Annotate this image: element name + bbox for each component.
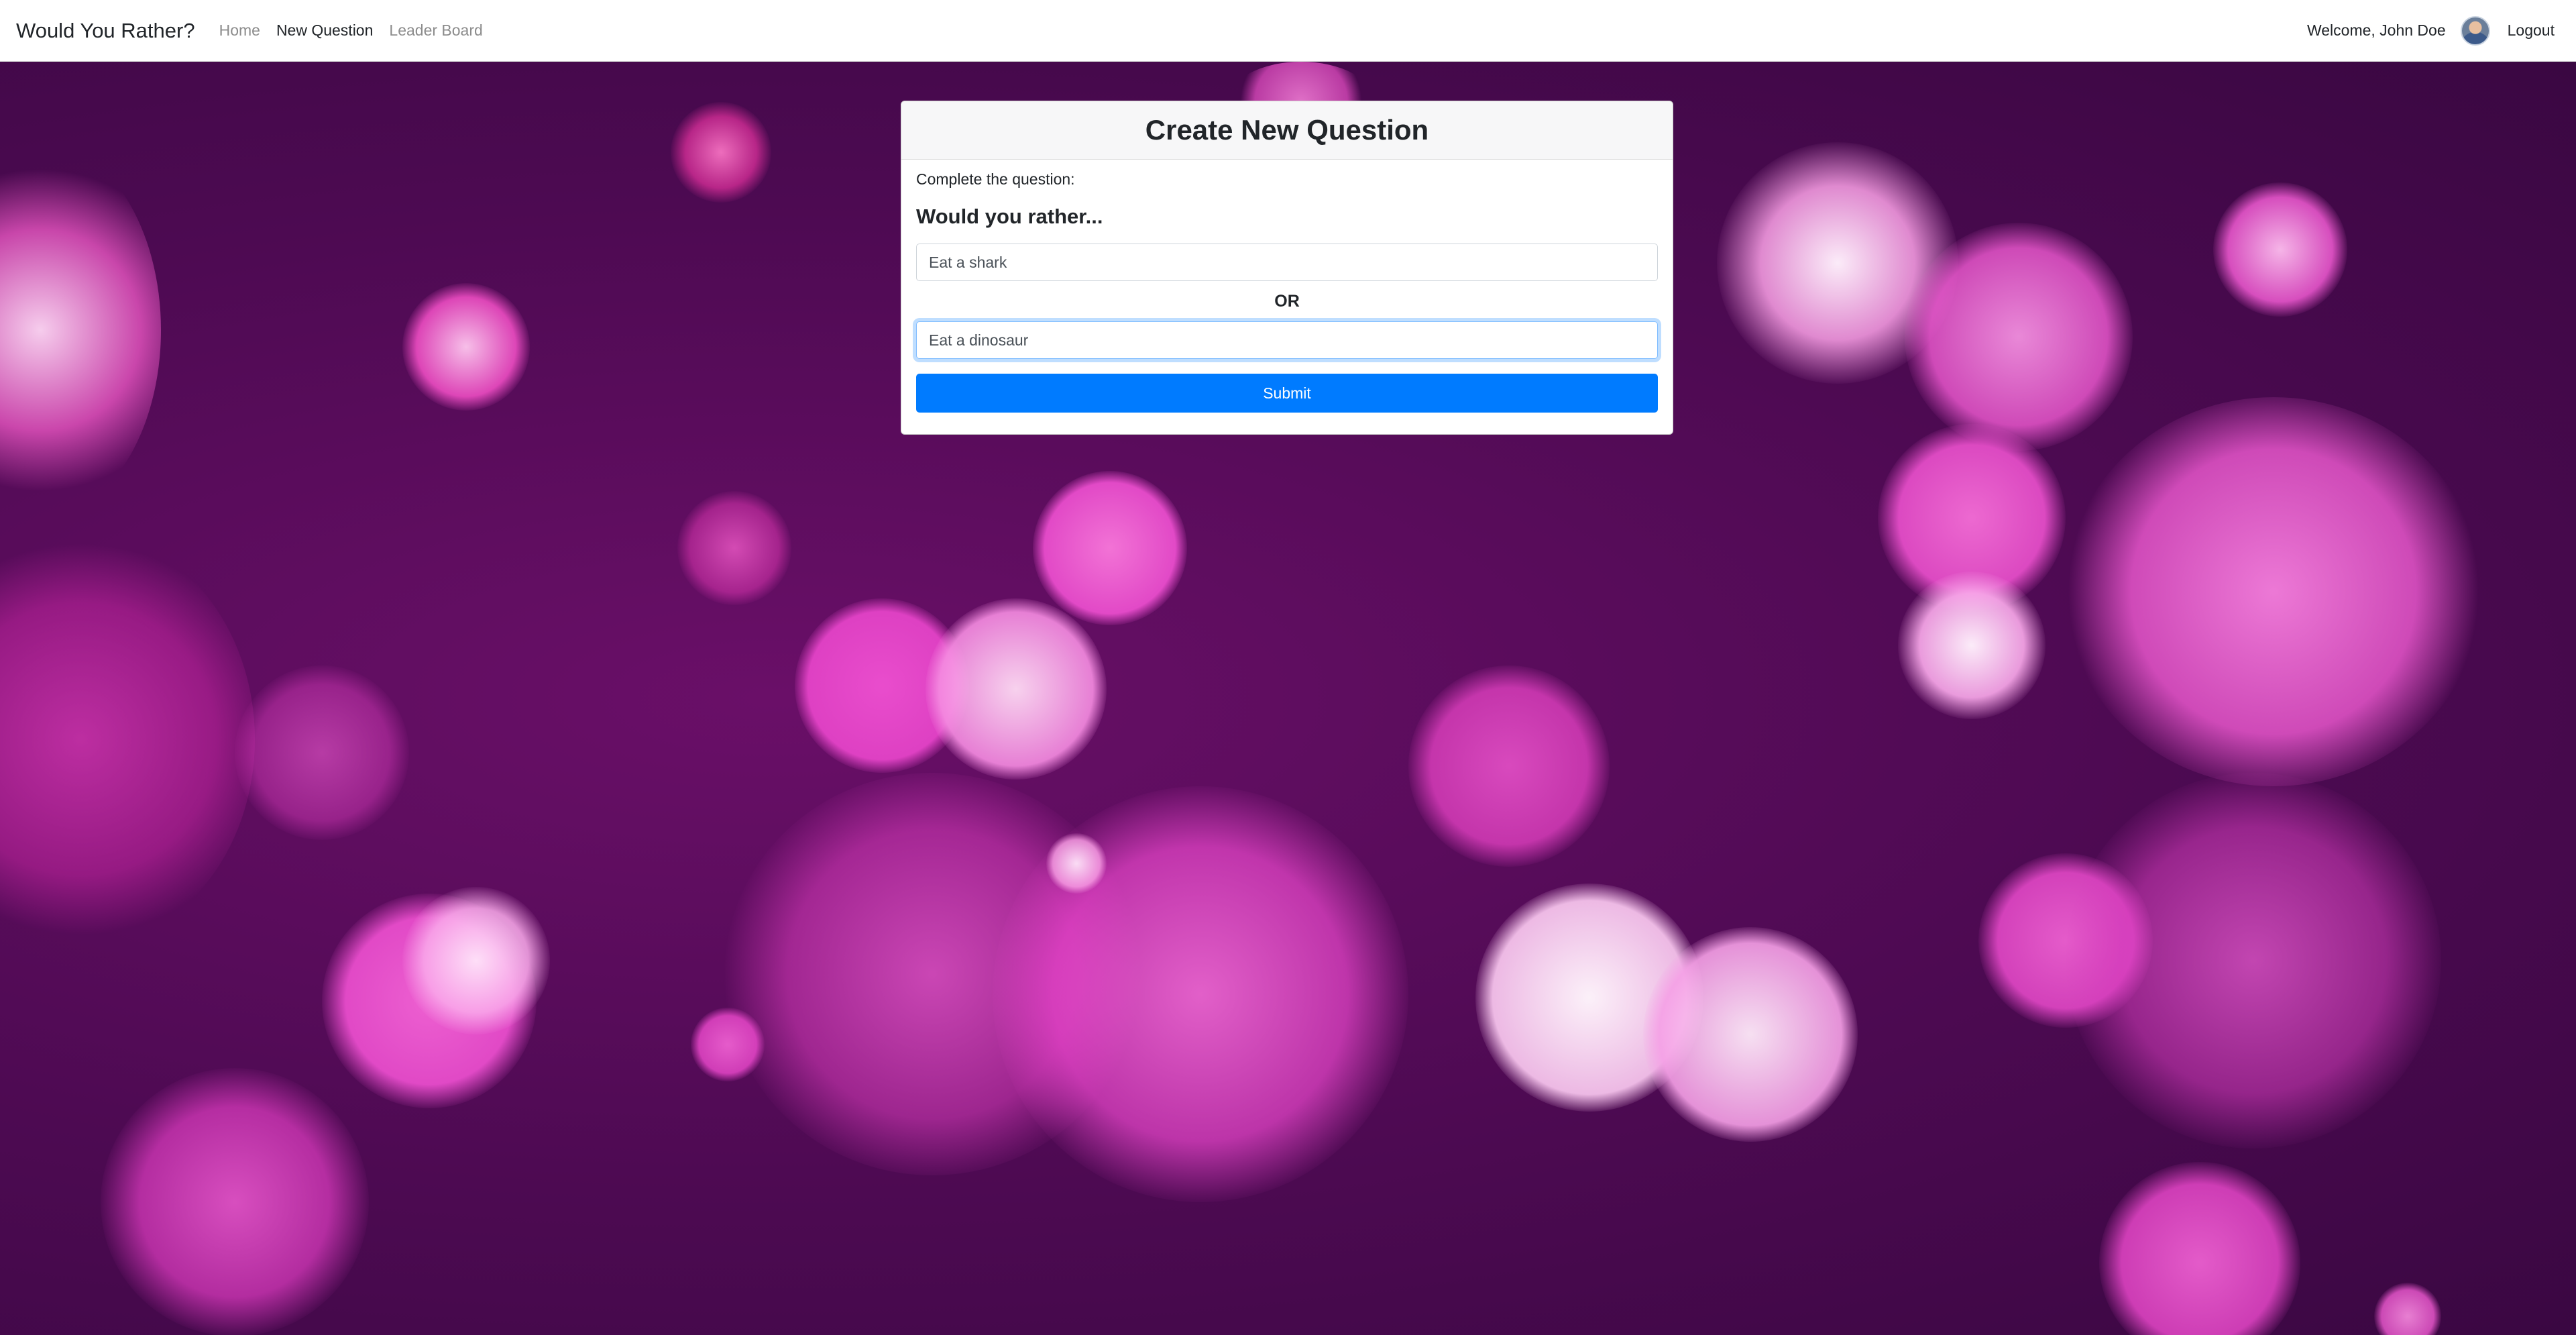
bokeh-orb xyxy=(235,665,409,840)
submit-button[interactable]: Submit xyxy=(916,374,1658,413)
bokeh-orb xyxy=(402,887,550,1034)
bokeh-orb xyxy=(2066,397,2481,786)
bokeh-orb xyxy=(1905,223,2133,451)
bokeh-orb xyxy=(1643,927,1858,1142)
user-area: Welcome, John Doe Logout xyxy=(2306,15,2555,46)
new-question-card: Create New Question Complete the questio… xyxy=(901,101,1673,435)
nav-link-home[interactable]: Home xyxy=(219,21,260,40)
nav-link-new-question[interactable]: New Question xyxy=(276,21,373,40)
card-title: Create New Question xyxy=(901,101,1673,160)
bokeh-orb xyxy=(1408,665,1610,867)
bokeh-orb xyxy=(2099,1162,2300,1335)
bokeh-orb xyxy=(1033,471,1187,625)
logout-link[interactable]: Logout xyxy=(2508,21,2555,40)
welcome-text: Welcome, John Doe xyxy=(2306,21,2446,39)
bokeh-orb xyxy=(671,102,771,203)
bokeh-orb xyxy=(691,1008,765,1081)
bokeh-orb xyxy=(926,598,1107,780)
top-navbar: Would You Rather? Home New Question Lead… xyxy=(0,0,2576,62)
option-one-input[interactable] xyxy=(916,244,1658,281)
bokeh-orb xyxy=(0,531,255,947)
bokeh-orb xyxy=(1046,833,1107,894)
bokeh-orb xyxy=(101,1068,369,1335)
nav-link-leader-board[interactable]: Leader Board xyxy=(389,21,482,40)
bokeh-orb xyxy=(2066,773,2441,1149)
bokeh-orb xyxy=(677,491,791,605)
bokeh-orb xyxy=(0,142,161,518)
card-body: Complete the question: Would you rather.… xyxy=(901,170,1673,413)
option-two-input[interactable] xyxy=(916,321,1658,359)
bokeh-orb xyxy=(402,283,530,411)
bokeh-orb xyxy=(1898,572,2046,719)
brand-title[interactable]: Would You Rather? xyxy=(16,19,195,43)
instruction-text: Complete the question: xyxy=(916,170,1075,188)
would-you-rather-heading: Would you rather... xyxy=(916,205,1103,228)
bokeh-orb xyxy=(2213,182,2347,317)
or-divider: OR xyxy=(1274,292,1300,311)
avatar xyxy=(2460,15,2490,46)
bokeh-orb xyxy=(2374,1283,2441,1335)
